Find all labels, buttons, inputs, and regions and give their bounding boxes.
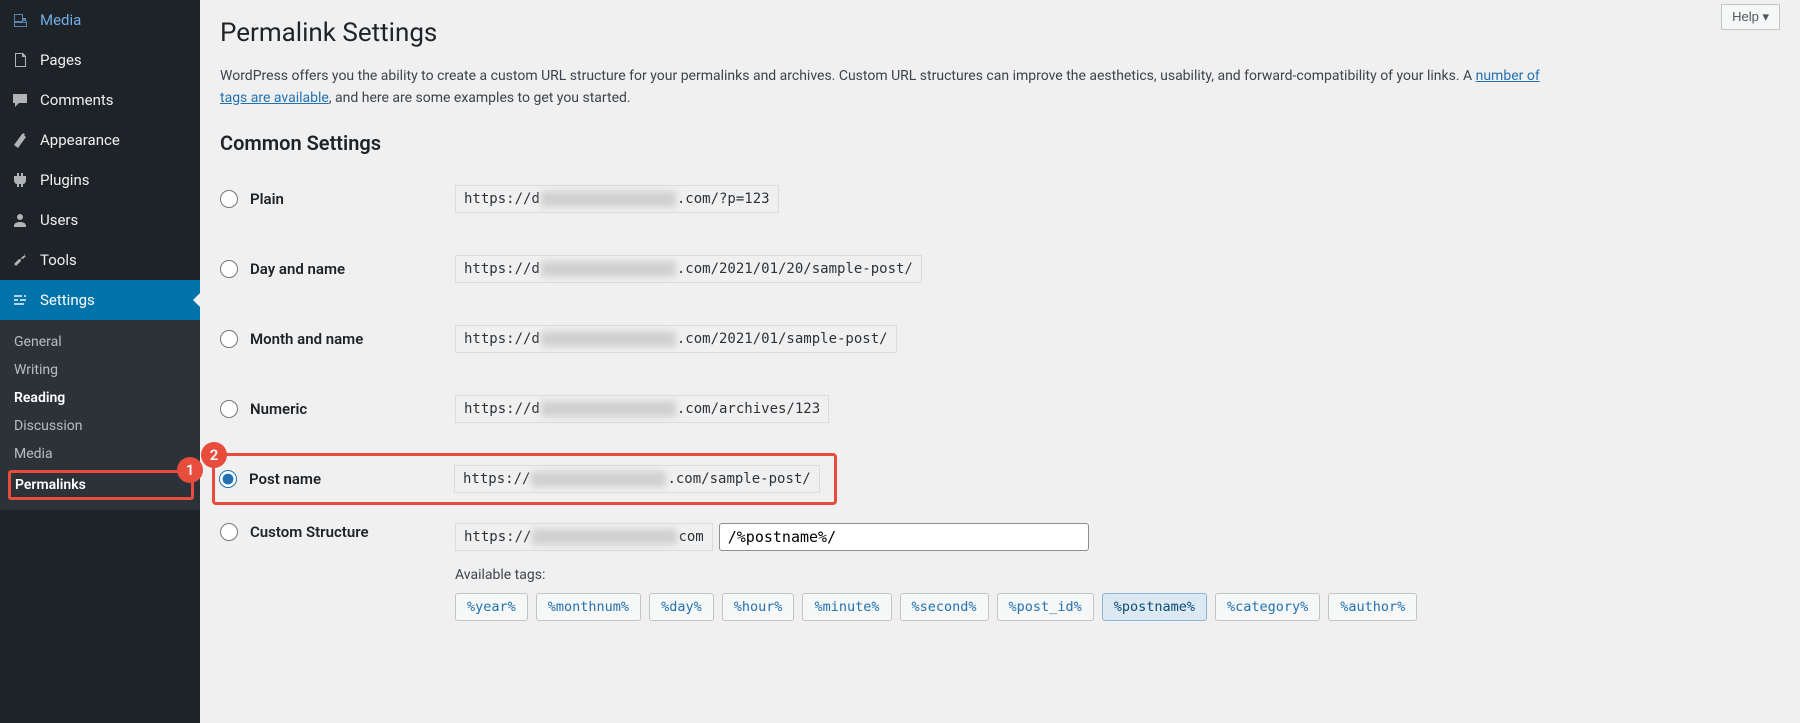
sidebar-item-tools[interactable]: Tools bbox=[0, 240, 200, 280]
pages-icon bbox=[10, 50, 30, 70]
appearance-icon bbox=[10, 130, 30, 150]
tag-post-id[interactable]: %post_id% bbox=[997, 593, 1094, 621]
radio-post-name[interactable]: Post name bbox=[219, 470, 454, 488]
url-example-month-name: https://d.com/2021/01/sample-post/ bbox=[455, 325, 897, 353]
submenu-reading[interactable]: Reading bbox=[0, 384, 200, 412]
radio-numeric-input[interactable] bbox=[220, 400, 238, 418]
comments-icon bbox=[10, 90, 30, 110]
permalink-options: Plain https://d.com/?p=123 Day and name … bbox=[220, 173, 1780, 621]
radio-custom[interactable]: Custom Structure bbox=[220, 523, 455, 541]
sidebar-item-users[interactable]: Users bbox=[0, 200, 200, 240]
media-icon bbox=[10, 10, 30, 30]
tag-day[interactable]: %day% bbox=[649, 593, 714, 621]
submenu-general[interactable]: General bbox=[0, 328, 200, 356]
submenu-permalinks[interactable]: Permalinks 1 bbox=[8, 470, 194, 500]
help-button[interactable]: Help ▾ bbox=[1721, 4, 1780, 30]
available-tags-label: Available tags: bbox=[455, 567, 1417, 583]
option-post-name: 2 Post name https://.com/sample-post/ bbox=[212, 453, 837, 505]
page-title: Permalink Settings bbox=[220, 18, 1780, 48]
radio-plain-input[interactable] bbox=[220, 190, 238, 208]
sidebar-label: Users bbox=[40, 211, 78, 229]
tag-minute[interactable]: %minute% bbox=[802, 593, 891, 621]
annotation-badge-1: 1 bbox=[177, 457, 203, 483]
sidebar-label: Appearance bbox=[40, 131, 120, 149]
radio-month-name[interactable]: Month and name bbox=[220, 330, 455, 348]
sidebar-label: Tools bbox=[40, 251, 77, 269]
main-content: Help ▾ Permalink Settings WordPress offe… bbox=[200, 0, 1800, 723]
sidebar-item-appearance[interactable]: Appearance bbox=[0, 120, 200, 160]
sidebar-label: Pages bbox=[40, 51, 82, 69]
submenu-discussion[interactable]: Discussion bbox=[0, 412, 200, 440]
custom-structure-input[interactable] bbox=[719, 523, 1089, 551]
users-icon bbox=[10, 210, 30, 230]
sidebar-label: Plugins bbox=[40, 171, 89, 189]
sidebar-item-comments[interactable]: Comments bbox=[0, 80, 200, 120]
radio-month-name-input[interactable] bbox=[220, 330, 238, 348]
tag-postname[interactable]: %postname% bbox=[1102, 593, 1207, 621]
option-numeric: Numeric https://d.com/archives/123 bbox=[220, 383, 1780, 435]
submenu-media[interactable]: Media bbox=[0, 440, 200, 468]
radio-numeric[interactable]: Numeric bbox=[220, 400, 455, 418]
sidebar-item-plugins[interactable]: Plugins bbox=[0, 160, 200, 200]
sidebar-label: Settings bbox=[40, 291, 95, 309]
tag-year[interactable]: %year% bbox=[455, 593, 528, 621]
section-title: Common Settings bbox=[220, 131, 1780, 155]
submenu-writing[interactable]: Writing bbox=[0, 356, 200, 384]
tag-category[interactable]: %category% bbox=[1215, 593, 1320, 621]
option-plain: Plain https://d.com/?p=123 bbox=[220, 173, 1780, 225]
settings-icon bbox=[10, 290, 30, 310]
url-example-plain: https://d.com/?p=123 bbox=[455, 185, 779, 213]
option-day-name: Day and name https://d.com/2021/01/20/sa… bbox=[220, 243, 1780, 295]
tag-monthnum[interactable]: %monthnum% bbox=[536, 593, 641, 621]
tag-hour[interactable]: %hour% bbox=[722, 593, 795, 621]
available-tags: %year% %monthnum% %day% %hour% %minute% … bbox=[455, 593, 1417, 621]
plugins-icon bbox=[10, 170, 30, 190]
tag-second[interactable]: %second% bbox=[900, 593, 989, 621]
option-custom: Custom Structure https://com Available t… bbox=[220, 523, 1780, 621]
option-month-name: Month and name https://d.com/2021/01/sam… bbox=[220, 313, 1780, 365]
url-example-day-name: https://d.com/2021/01/20/sample-post/ bbox=[455, 255, 922, 283]
url-example-numeric: https://d.com/archives/123 bbox=[455, 395, 829, 423]
radio-post-name-input[interactable] bbox=[219, 470, 237, 488]
radio-custom-input[interactable] bbox=[220, 523, 238, 541]
sidebar-item-pages[interactable]: Pages bbox=[0, 40, 200, 80]
sidebar-label: Media bbox=[40, 11, 81, 29]
sidebar-label: Comments bbox=[40, 91, 114, 109]
sidebar-item-media[interactable]: Media bbox=[0, 0, 200, 40]
radio-plain[interactable]: Plain bbox=[220, 190, 455, 208]
custom-base-url: https://com bbox=[455, 523, 713, 551]
radio-day-name[interactable]: Day and name bbox=[220, 260, 455, 278]
radio-day-name-input[interactable] bbox=[220, 260, 238, 278]
admin-sidebar: Media Pages Comments Appearance Plugins bbox=[0, 0, 200, 723]
chevron-down-icon: ▾ bbox=[1762, 9, 1769, 24]
url-example-post-name: https://.com/sample-post/ bbox=[454, 465, 820, 493]
annotation-badge-2: 2 bbox=[201, 442, 227, 468]
sidebar-item-settings[interactable]: Settings bbox=[0, 280, 200, 320]
tools-icon bbox=[10, 250, 30, 270]
intro-text: WordPress offers you the ability to crea… bbox=[220, 66, 1540, 109]
tag-author[interactable]: %author% bbox=[1328, 593, 1417, 621]
settings-submenu: General Writing Reading Discussion Media… bbox=[0, 320, 200, 510]
